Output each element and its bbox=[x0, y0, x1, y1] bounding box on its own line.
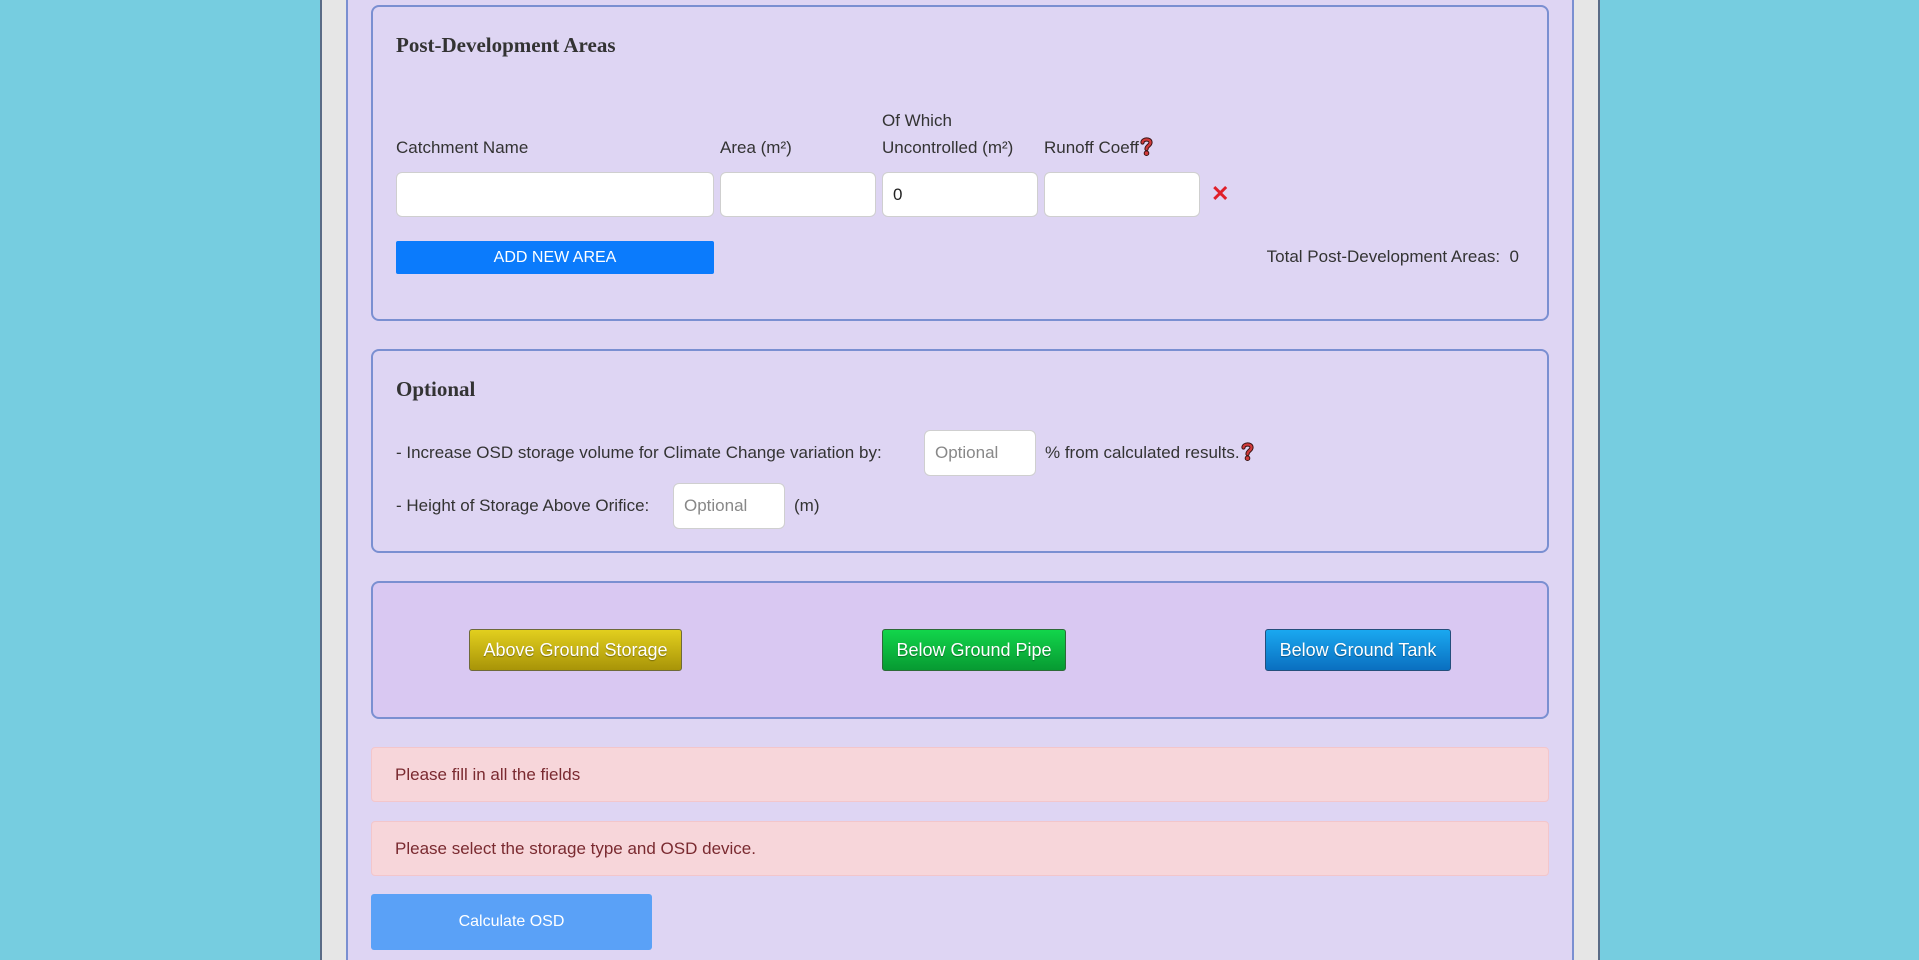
area-input[interactable] bbox=[720, 172, 876, 217]
question-mark-icon[interactable] bbox=[1241, 441, 1254, 461]
total-label: Total Post-Development Areas: bbox=[1266, 247, 1501, 266]
below-ground-pipe-button[interactable]: Below Ground Pipe bbox=[882, 629, 1066, 671]
col-header-uncontrolled-line2: Uncontrolled (m²) bbox=[882, 138, 1014, 157]
question-mark-icon[interactable] bbox=[1140, 136, 1153, 156]
calculate-osd-button[interactable]: Calculate OSD bbox=[371, 894, 652, 950]
below-ground-tank-button[interactable]: Below Ground Tank bbox=[1265, 629, 1451, 671]
uncontrolled-area-input[interactable] bbox=[882, 172, 1038, 217]
storage-height-unit: (m) bbox=[794, 496, 820, 515]
fill-fields-alert: Please fill in all the fields bbox=[371, 747, 1549, 802]
climate-change-input[interactable] bbox=[924, 430, 1036, 476]
climate-change-label: - Increase OSD storage volume for Climat… bbox=[396, 443, 882, 462]
col-header-catchment-name: Catchment Name bbox=[396, 138, 529, 157]
select-storage-alert: Please select the storage type and OSD d… bbox=[371, 821, 1549, 876]
climate-change-suffix: % from calculated results. bbox=[1045, 439, 1254, 466]
post-development-title: Post-Development Areas bbox=[396, 33, 616, 57]
storage-height-input[interactable] bbox=[673, 483, 785, 529]
runoff-coeff-label: Runoff Coeff bbox=[1044, 138, 1139, 157]
col-header-uncontrolled-line1: Of Which bbox=[882, 111, 952, 130]
col-header-area: Area (m²) bbox=[720, 138, 792, 157]
climate-change-suffix-text: % from calculated results. bbox=[1045, 443, 1240, 462]
runoff-coeff-input[interactable] bbox=[1044, 172, 1200, 217]
total-value: 0 bbox=[1509, 247, 1519, 266]
optional-title: Optional bbox=[396, 377, 476, 401]
add-new-area-button[interactable]: ADD NEW AREA bbox=[396, 241, 714, 274]
col-header-runoff-coeff: Runoff Coeff bbox=[1044, 134, 1153, 161]
above-ground-storage-button[interactable]: Above Ground Storage bbox=[469, 629, 682, 671]
close-icon[interactable]: ✕ bbox=[1211, 183, 1229, 205]
total-post-development: Total Post-Development Areas: 0 bbox=[1267, 247, 1519, 267]
catchment-name-input[interactable] bbox=[396, 172, 714, 217]
storage-height-label: - Height of Storage Above Orifice: bbox=[396, 496, 650, 515]
